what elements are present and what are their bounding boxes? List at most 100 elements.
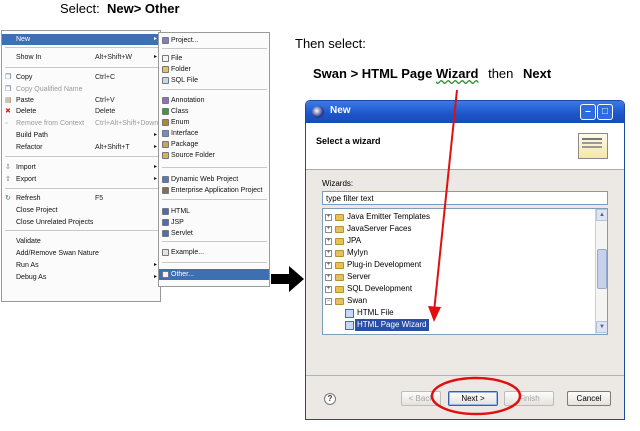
submenu-arrow-icon: ▸ — [153, 262, 157, 268]
submenu-item-servlet[interactable]: Servlet — [159, 228, 269, 239]
submenu-item-enterprise-application-project[interactable]: Enterprise Application Project — [159, 185, 269, 196]
expand-icon[interactable]: + — [325, 262, 332, 269]
menu-item-copy-qualified-name[interactable]: ❐ Copy Qualified Name — [2, 84, 160, 95]
tree-item-label: HTML File — [357, 308, 394, 317]
tree-item-label: Java Emitter Templates — [347, 212, 430, 221]
instruction-select-prefix: Select: — [60, 1, 100, 16]
submenu-item-enum[interactable]: Enum — [159, 117, 269, 128]
expand-icon[interactable]: + — [325, 286, 332, 293]
collapse-icon[interactable]: − — [325, 298, 332, 305]
submenu-item-interface[interactable]: Interface — [159, 128, 269, 139]
submenu-item-label: Enterprise Application Project — [171, 187, 263, 194]
tree-item-html-file[interactable]: HTML File — [335, 307, 585, 319]
submenu-item-file[interactable]: File — [159, 53, 269, 64]
submenu-item-icon — [162, 187, 169, 194]
tree-item-label: SQL Development — [347, 284, 413, 293]
menu-item-label: Build Path — [16, 132, 48, 139]
submenu-item-icon — [162, 55, 169, 62]
submenu-item-source-folder[interactable]: Source Folder — [159, 150, 269, 161]
submenu-item-label: Interface — [171, 130, 199, 137]
menu-item-remove-from-context[interactable]: ▫ Remove from Context Ctrl+Alt+Shift+Down — [2, 118, 160, 129]
tree-item-html-page-wizard[interactable]: HTML Page Wizard — [335, 319, 585, 331]
menu-item-validate[interactable]: Validate — [2, 236, 160, 247]
submenu-item-icon — [162, 97, 169, 104]
tree-item-java-emitter-templates[interactable]: + Java Emitter Templates — [325, 211, 575, 223]
submenu-arrow-icon: ▸ — [153, 176, 157, 182]
tree-item-sql-development[interactable]: + SQL Development — [325, 283, 575, 295]
menu-separator — [5, 47, 158, 48]
tree-item-jpa[interactable]: + JPA — [325, 235, 575, 247]
submenu-item-package[interactable]: Package — [159, 139, 269, 150]
submenu-item-dynamic-web-project[interactable]: Dynamic Web Project — [159, 174, 269, 185]
expand-icon[interactable]: + — [325, 238, 332, 245]
menu-item-refresh[interactable]: ↻ Refresh F5 — [2, 193, 160, 204]
submenu-item-icon — [162, 119, 169, 126]
menu-item-build-path[interactable]: Build Path ▸ — [2, 130, 160, 141]
menu-item-label: Close Project — [16, 207, 58, 214]
instruction-step-wizard: Wizard — [435, 66, 479, 81]
folder-icon — [335, 298, 344, 305]
submenu-item-icon — [162, 219, 169, 226]
cancel-button[interactable]: Cancel — [567, 391, 611, 406]
tree-item-mylyn[interactable]: + Mylyn — [325, 247, 575, 259]
scroll-down-icon[interactable]: ▼ — [596, 321, 607, 333]
dialog-titlebar: New – □ — [306, 101, 624, 123]
next-button[interactable]: Next > — [448, 391, 498, 406]
submenu-item-label: Servlet — [171, 230, 193, 237]
help-icon[interactable]: ? — [324, 393, 336, 405]
menu-item-close-project[interactable]: Close Project — [2, 205, 160, 216]
scroll-up-icon[interactable]: ▲ — [596, 209, 607, 221]
expand-icon[interactable]: + — [325, 274, 332, 281]
wizard-filter-input[interactable] — [322, 191, 608, 205]
menu-item-refactor[interactable]: Refactor Alt+Shift+T ▸ — [2, 142, 160, 153]
menu-item-delete[interactable]: ✖ Delete Delete — [2, 106, 160, 117]
menu-item-show-in[interactable]: Show In Alt+Shift+W ▸ — [2, 52, 160, 63]
paste-icon: ▤ — [5, 97, 12, 104]
menu-item-close-unrelated-projects[interactable]: Close Unrelated Projects — [2, 217, 160, 228]
minimize-button[interactable]: – — [580, 104, 596, 120]
submenu-arrow-icon: ▸ — [153, 274, 157, 280]
expand-icon[interactable]: + — [325, 226, 332, 233]
menu-item-export[interactable]: ⇧ Export ▸ — [2, 174, 160, 185]
menu-item-run-as[interactable]: Run As ▸ — [2, 260, 160, 271]
submenu-separator — [162, 199, 267, 200]
menu-item-paste[interactable]: ▤ Paste Ctrl+V — [2, 95, 160, 106]
submenu-item-html[interactable]: HTML — [159, 206, 269, 217]
button-bar-divider — [306, 375, 624, 376]
menu-item-import[interactable]: ⇩ Import ▸ — [2, 162, 160, 173]
tree-item-server[interactable]: + Server — [325, 271, 575, 283]
menu-item-new[interactable]: New ▸ — [2, 34, 160, 45]
tree-item-javaserver-faces[interactable]: + JavaServer Faces — [325, 223, 575, 235]
submenu-item-example[interactable]: Example... — [159, 247, 269, 258]
menu-item-add-remove-swan-nature[interactable]: Add/Remove Swan Nature — [2, 248, 160, 259]
tree-scrollbar[interactable]: ▲ ▼ — [595, 209, 607, 334]
submenu-item-other[interactable]: Other... — [159, 269, 269, 280]
submenu-item-icon — [162, 249, 169, 256]
expand-icon[interactable]: + — [325, 250, 332, 257]
menu-item-label: Paste — [16, 97, 34, 104]
instruction-select-path: New> Other — [106, 1, 180, 16]
scroll-thumb[interactable] — [597, 249, 607, 289]
submenu-item-sql-file[interactable]: SQL File — [159, 75, 269, 86]
import-icon: ⇩ — [5, 164, 11, 171]
tree-item-label: HTML Page Wizard — [355, 319, 429, 331]
submenu-item-project[interactable]: Project... — [159, 35, 269, 46]
wizard-heading: Select a wizard — [316, 136, 381, 146]
menu-item-copy[interactable]: ❐ Copy Ctrl+C — [2, 72, 160, 83]
submenu-item-class[interactable]: Class — [159, 106, 269, 117]
tree-item-label: Server — [347, 272, 371, 281]
menu-item-label: Show In — [16, 54, 42, 61]
submenu-item-jsp[interactable]: JSP — [159, 217, 269, 228]
back-button[interactable]: < Back — [401, 391, 441, 406]
finish-button[interactable]: Finish — [504, 391, 554, 406]
tree-item-swan[interactable]: − Swan — [325, 295, 575, 307]
submenu-item-label: Package — [171, 141, 199, 148]
submenu-item-icon — [162, 37, 169, 44]
wizard-tree: + Java Emitter Templates + JavaServer Faces… — [322, 208, 608, 335]
expand-icon[interactable]: + — [325, 214, 332, 221]
menu-item-debug-as[interactable]: Debug As ▸ — [2, 272, 160, 283]
tree-item-plug-in-development[interactable]: + Plug-in Development — [325, 259, 575, 271]
submenu-item-annotation[interactable]: Annotation — [159, 95, 269, 106]
maximize-button[interactable]: □ — [597, 104, 613, 120]
submenu-item-folder[interactable]: Folder — [159, 64, 269, 75]
